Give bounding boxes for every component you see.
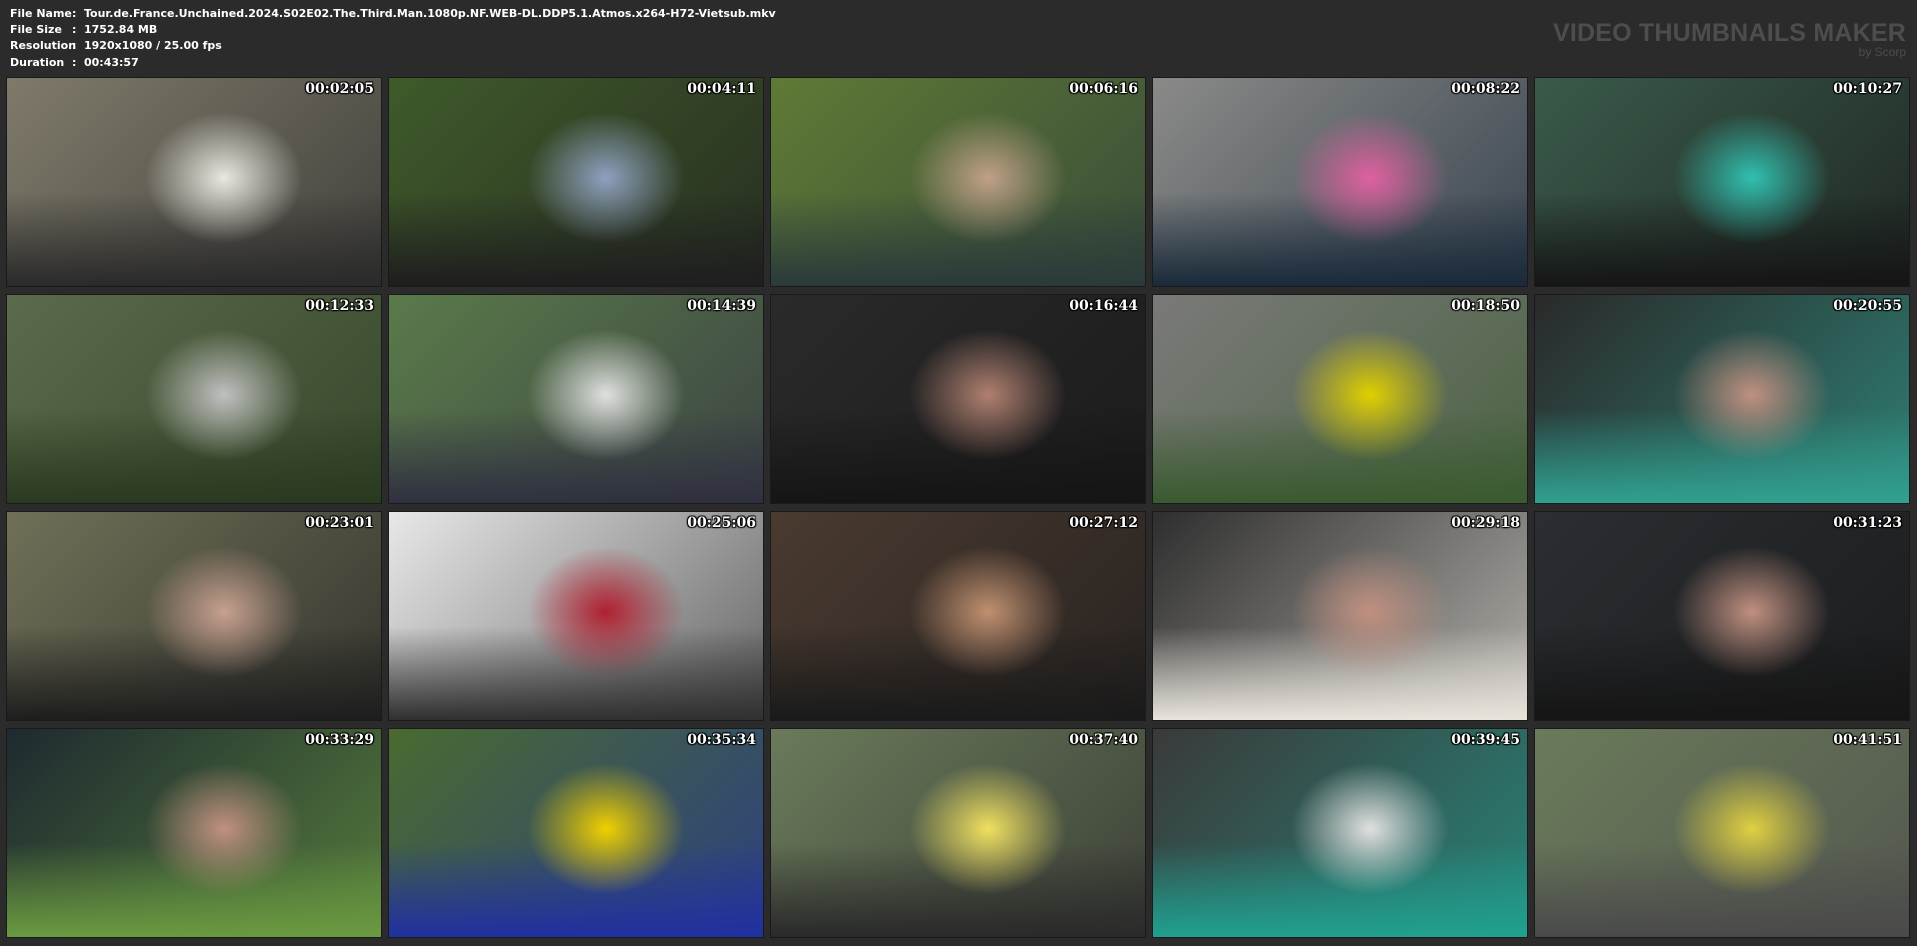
thumbnail-frame[interactable]: 00:25:06 bbox=[388, 511, 764, 721]
thumbnail-image bbox=[771, 295, 1145, 503]
timestamp-label: 00:27:12 bbox=[1069, 515, 1138, 531]
file-metadata: File Name : Tour.de.France.Unchained.202… bbox=[10, 6, 776, 71]
thumbnail-image bbox=[389, 512, 763, 720]
thumbnail-grid: 00:02:05 00:04:11 00:06:16 00:08:22 00:10:27… bbox=[6, 77, 1911, 941]
thumbnail-frame[interactable]: 00:31:23 bbox=[1534, 511, 1910, 721]
file-name-label: File Name bbox=[10, 7, 72, 20]
thumbnail-frame[interactable]: 00:37:40 bbox=[770, 728, 1146, 938]
thumbnail-frame[interactable]: 00:39:45 bbox=[1152, 728, 1528, 938]
thumbnail-image bbox=[1153, 729, 1527, 937]
resolution-value: 1920x1080 / 25.00 fps bbox=[84, 39, 222, 53]
thumbnail-frame[interactable]: 00:16:44 bbox=[770, 294, 1146, 504]
brand-title: VIDEO THUMBNAILS MAKER bbox=[1552, 19, 1906, 47]
separator: : bbox=[72, 39, 77, 53]
file-size-row: File Size : 1752.84 MB bbox=[10, 22, 776, 38]
thumbnail-image bbox=[771, 78, 1145, 286]
thumbnail-image bbox=[1535, 512, 1909, 720]
duration-value: 00:43:57 bbox=[84, 55, 139, 69]
thumbnail-frame[interactable]: 00:23:01 bbox=[6, 511, 382, 721]
timestamp-label: 00:08:22 bbox=[1451, 81, 1520, 97]
thumbnail-image bbox=[7, 295, 381, 503]
thumbnail-frame[interactable]: 00:27:12 bbox=[770, 511, 1146, 721]
thumbnail-image bbox=[1535, 729, 1909, 937]
thumbnail-frame[interactable]: 00:12:33 bbox=[6, 294, 382, 504]
info-header: File Name : Tour.de.France.Unchained.202… bbox=[0, 0, 1917, 76]
separator: : bbox=[72, 7, 77, 20]
separator: : bbox=[72, 55, 77, 69]
thumbnail-image bbox=[771, 512, 1145, 720]
timestamp-label: 00:20:55 bbox=[1833, 298, 1902, 314]
timestamp-label: 00:37:40 bbox=[1069, 732, 1138, 748]
timestamp-label: 00:16:44 bbox=[1069, 298, 1138, 314]
thumbnail-image bbox=[7, 729, 381, 937]
file-size-value: 1752.84 MB bbox=[84, 23, 158, 37]
timestamp-label: 00:06:16 bbox=[1069, 81, 1138, 97]
thumbnail-image bbox=[389, 78, 763, 286]
thumbnail-image bbox=[7, 78, 381, 286]
timestamp-label: 00:10:27 bbox=[1833, 81, 1902, 97]
thumbnail-frame[interactable]: 00:04:11 bbox=[388, 77, 764, 287]
separator: : bbox=[72, 23, 77, 37]
duration-label: Duration bbox=[10, 55, 65, 69]
timestamp-label: 00:39:45 bbox=[1451, 732, 1520, 748]
thumbnail-frame[interactable]: 00:08:22 bbox=[1152, 77, 1528, 287]
timestamp-label: 00:31:23 bbox=[1833, 515, 1902, 531]
duration-row: Duration : 00:43:57 bbox=[10, 55, 776, 71]
thumbnail-frame[interactable]: 00:41:51 bbox=[1534, 728, 1910, 938]
file-name-value: Tour.de.France.Unchained.2024.S02E02.The… bbox=[84, 7, 776, 20]
thumbnail-frame[interactable]: 00:29:18 bbox=[1152, 511, 1528, 721]
timestamp-label: 00:18:50 bbox=[1451, 298, 1520, 314]
thumbnail-frame[interactable]: 00:06:16 bbox=[770, 77, 1146, 287]
thumbnail-image bbox=[7, 512, 381, 720]
thumbnail-image bbox=[1535, 295, 1909, 503]
thumbnail-frame[interactable]: 00:35:34 bbox=[388, 728, 764, 938]
resolution-label: Resolution bbox=[10, 39, 77, 53]
timestamp-label: 00:25:06 bbox=[687, 515, 756, 531]
resolution-row: Resolution : 1920x1080 / 25.00 fps bbox=[10, 38, 776, 54]
brand-subtitle: by Scorp bbox=[1858, 45, 1906, 59]
thumbnail-image bbox=[771, 729, 1145, 937]
timestamp-label: 00:33:29 bbox=[305, 732, 374, 748]
thumbnail-frame[interactable]: 00:33:29 bbox=[6, 728, 382, 938]
thumbnail-image bbox=[389, 295, 763, 503]
brand-logo: VIDEO THUMBNAILS MAKER by Scorp bbox=[1553, 19, 1906, 58]
timestamp-label: 00:04:11 bbox=[687, 81, 756, 97]
thumbnail-frame[interactable]: 00:20:55 bbox=[1534, 294, 1910, 504]
timestamp-label: 00:35:34 bbox=[687, 732, 756, 748]
timestamp-label: 00:41:51 bbox=[1833, 732, 1902, 748]
thumbnail-frame[interactable]: 00:10:27 bbox=[1534, 77, 1910, 287]
thumbnail-image bbox=[1535, 78, 1909, 286]
thumbnail-frame[interactable]: 00:14:39 bbox=[388, 294, 764, 504]
thumbnail-image bbox=[1153, 78, 1527, 286]
timestamp-label: 00:12:33 bbox=[305, 298, 374, 314]
thumbnail-image bbox=[1153, 512, 1527, 720]
file-size-label: File Size bbox=[10, 23, 62, 37]
timestamp-label: 00:23:01 bbox=[305, 515, 374, 531]
timestamp-label: 00:14:39 bbox=[687, 298, 756, 314]
timestamp-label: 00:29:18 bbox=[1451, 515, 1520, 531]
file-name-row: File Name : Tour.de.France.Unchained.202… bbox=[10, 6, 776, 22]
thumbnail-frame[interactable]: 00:18:50 bbox=[1152, 294, 1528, 504]
thumbnail-image bbox=[389, 729, 763, 937]
thumbnail-image bbox=[1153, 295, 1527, 503]
timestamp-label: 00:02:05 bbox=[305, 81, 374, 97]
thumbnail-frame[interactable]: 00:02:05 bbox=[6, 77, 382, 287]
